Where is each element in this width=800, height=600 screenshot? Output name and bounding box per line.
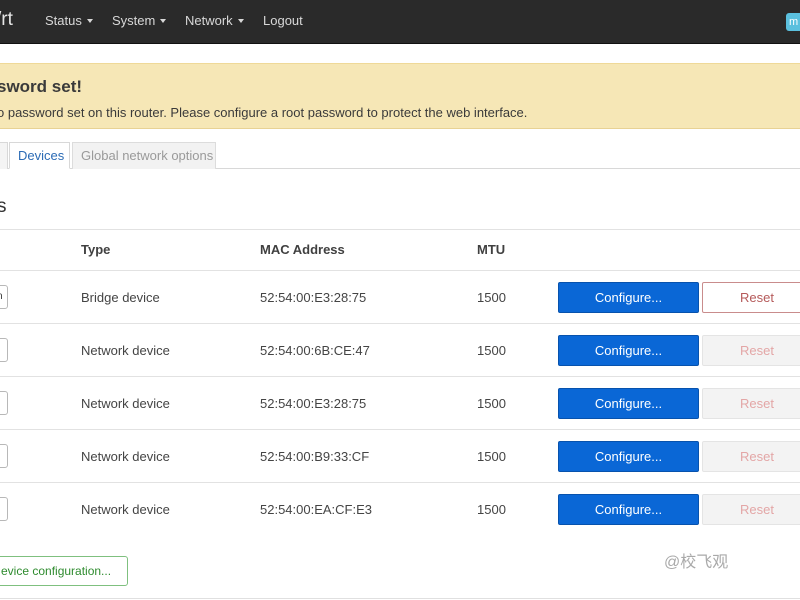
- watermark-text: @校飞观: [664, 554, 729, 571]
- nav-menu-label: System: [112, 13, 156, 28]
- device-type: Bridge device: [81, 290, 160, 305]
- brand-logo[interactable]: /rt: [0, 9, 13, 31]
- reset-button[interactable]: Reset: [702, 282, 800, 313]
- nav-menu-status[interactable]: Status: [45, 13, 93, 28]
- nav-menu-label: Status: [45, 13, 82, 28]
- caret-down-icon: [237, 19, 244, 23]
- column-header-type: Type: [81, 242, 111, 257]
- nav-menu-label: Network: [185, 13, 233, 28]
- nav-menu-network[interactable]: Network: [185, 13, 244, 28]
- configure-button[interactable]: Configure...: [558, 441, 699, 472]
- password-warning-alert: sword set! o password set on this router…: [0, 63, 800, 129]
- table-row-divider: [0, 323, 800, 324]
- table-row-divider: [0, 270, 800, 271]
- device-name-badge: [0, 338, 8, 362]
- device-mtu: 1500: [477, 449, 506, 464]
- nav-menu-logout[interactable]: Logout: [263, 13, 303, 28]
- device-mtu: 1500: [477, 290, 506, 305]
- device-name-badge: [0, 444, 8, 468]
- device-name-badge: [0, 497, 8, 521]
- table-row-divider: [0, 376, 800, 377]
- device-type: Network device: [81, 396, 170, 411]
- device-mac-address: 52:54:00:B9:33:CF: [260, 449, 370, 464]
- reset-button[interactable]: Reset: [702, 335, 800, 366]
- device-mac-address: 52:54:00:6B:CE:47: [260, 343, 370, 358]
- device-mac-address: 52:54:00:E3:28:75: [260, 396, 367, 411]
- tab-devices[interactable]: Devices: [9, 142, 70, 169]
- configure-button[interactable]: Configure...: [558, 494, 699, 525]
- device-type: Network device: [81, 502, 170, 517]
- table-row-divider: [0, 482, 800, 483]
- caret-down-icon: [86, 19, 93, 23]
- device-mtu: 1500: [477, 502, 506, 517]
- tab-global-network-options[interactable]: Global network options: [72, 142, 216, 169]
- add-device-configuration-button[interactable]: evice configuration...: [0, 556, 128, 586]
- table-top-border: [0, 229, 800, 230]
- device-mac-address: 52:54:00:E3:28:75: [260, 290, 367, 305]
- device-type: Network device: [81, 449, 170, 464]
- configure-button[interactable]: Configure...: [558, 388, 699, 419]
- device-mac-address: 52:54:00:EA:CF:E3: [260, 502, 373, 517]
- device-type: Network device: [81, 343, 170, 358]
- reset-button[interactable]: Reset: [702, 494, 800, 525]
- table-row-divider: [0, 429, 800, 430]
- nav-menu-label: Logout: [263, 13, 303, 28]
- alert-message: o password set on this router. Please co…: [0, 105, 528, 120]
- column-header-mtu: MTU: [477, 242, 506, 257]
- device-name-badge: n: [0, 285, 8, 309]
- configure-button[interactable]: Configure...: [558, 282, 699, 313]
- section-title: s: [0, 196, 7, 217]
- status-badge[interactable]: m: [786, 13, 800, 31]
- reset-button[interactable]: Reset: [702, 388, 800, 419]
- device-mtu: 1500: [477, 396, 506, 411]
- reset-button[interactable]: Reset: [702, 441, 800, 472]
- tab-interfaces[interactable]: [0, 142, 8, 169]
- caret-down-icon: [160, 19, 167, 23]
- configure-button[interactable]: Configure...: [558, 335, 699, 366]
- top-navbar: /rt Status System Network Logout m: [0, 0, 800, 44]
- device-mtu: 1500: [477, 343, 506, 358]
- device-name-badge: [0, 391, 8, 415]
- footer-divider: [0, 598, 800, 599]
- column-header-mac-address: MAC Address: [260, 242, 345, 257]
- alert-title: sword set!: [0, 77, 83, 96]
- nav-menu-system[interactable]: System: [112, 13, 167, 28]
